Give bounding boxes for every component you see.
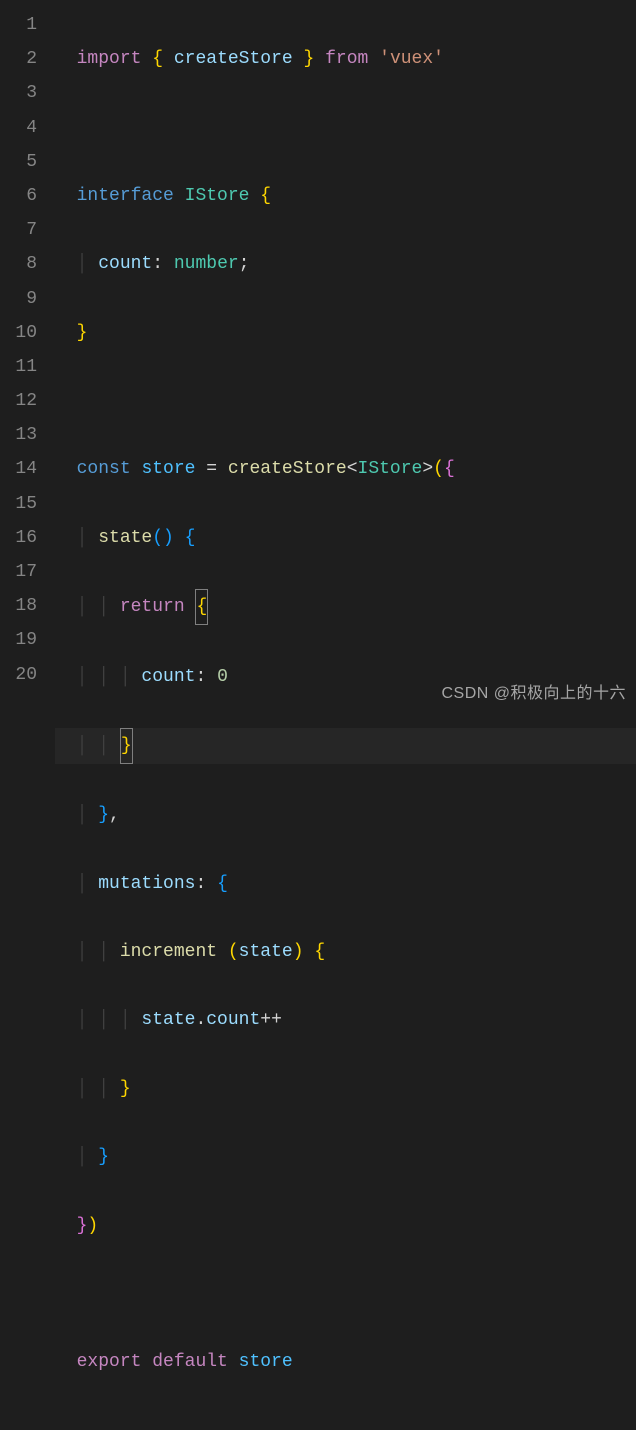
line-number: 11 bbox=[0, 350, 37, 384]
paren-close: ) bbox=[163, 528, 174, 548]
code-line[interactable]: │ │ } bbox=[55, 1072, 636, 1106]
watermark-text: CSDN @积极向上的十六 bbox=[441, 679, 626, 709]
brace-close: } bbox=[77, 323, 88, 343]
bracket-match-icon: { bbox=[195, 589, 208, 625]
brace-open: { bbox=[217, 874, 228, 894]
comma: , bbox=[109, 805, 120, 825]
line-number: 13 bbox=[0, 418, 37, 452]
line-number: 19 bbox=[0, 623, 37, 657]
keyword-default: default bbox=[152, 1352, 228, 1372]
colon: : bbox=[152, 254, 163, 274]
variable-name: store bbox=[141, 459, 195, 479]
code-line[interactable]: │ │ │ state.count++ bbox=[55, 1003, 636, 1037]
keyword-export: export bbox=[77, 1352, 142, 1372]
line-number: 6 bbox=[0, 179, 37, 213]
brace-open: { bbox=[314, 942, 325, 962]
keyword-from: from bbox=[325, 49, 368, 69]
type-name: number bbox=[174, 254, 239, 274]
equals: = bbox=[206, 459, 217, 479]
brace-open: { bbox=[444, 459, 455, 479]
code-line[interactable]: │ │ return { bbox=[55, 589, 636, 625]
line-number: 9 bbox=[0, 282, 37, 316]
code-line[interactable]: │ mutations: { bbox=[55, 867, 636, 901]
brace-close: } bbox=[304, 49, 315, 69]
line-number: 16 bbox=[0, 521, 37, 555]
paren-open: ( bbox=[433, 459, 444, 479]
code-line[interactable]: }) bbox=[55, 1209, 636, 1243]
identifier: createStore bbox=[174, 49, 293, 69]
colon: : bbox=[195, 667, 206, 687]
code-line[interactable]: } bbox=[55, 316, 636, 350]
line-number: 1 bbox=[0, 8, 37, 42]
brace-close: } bbox=[98, 1147, 109, 1167]
keyword-interface: interface bbox=[77, 186, 174, 206]
parameter-name: state bbox=[239, 942, 293, 962]
code-line[interactable]: import { createStore } from 'vuex' bbox=[55, 42, 636, 76]
keyword-return: return bbox=[120, 597, 185, 617]
property-name: mutations bbox=[98, 874, 195, 894]
code-line[interactable] bbox=[55, 111, 636, 145]
brace-open: { bbox=[260, 186, 271, 206]
angle-open: < bbox=[347, 459, 358, 479]
code-line[interactable]: export default store bbox=[55, 1345, 636, 1379]
string-literal: 'vuex' bbox=[379, 49, 444, 69]
brace-open: { bbox=[185, 528, 196, 548]
property-name: count bbox=[98, 254, 152, 274]
code-editor: 1 2 3 4 5 6 7 8 9 10 11 12 13 14 15 16 1… bbox=[0, 0, 636, 715]
brace-close: } bbox=[98, 805, 109, 825]
line-number: 4 bbox=[0, 111, 37, 145]
semicolon: ; bbox=[239, 254, 250, 274]
type-name: IStore bbox=[185, 186, 250, 206]
type-reference: IStore bbox=[358, 459, 423, 479]
paren-open: ( bbox=[152, 528, 163, 548]
paren-close: ) bbox=[87, 1216, 98, 1236]
increment-op: ++ bbox=[260, 1010, 282, 1030]
line-number: 17 bbox=[0, 555, 37, 589]
code-line-current[interactable]: │ │ } bbox=[55, 728, 636, 764]
angle-close: > bbox=[422, 459, 433, 479]
code-line[interactable] bbox=[55, 1277, 636, 1311]
number-literal: 0 bbox=[217, 667, 228, 687]
colon: : bbox=[195, 874, 206, 894]
bracket-match-icon: } bbox=[120, 728, 133, 764]
brace-close: } bbox=[120, 1079, 131, 1099]
code-line[interactable] bbox=[55, 384, 636, 418]
line-number: 10 bbox=[0, 316, 37, 350]
line-number: 3 bbox=[0, 76, 37, 110]
paren-close: ) bbox=[293, 942, 304, 962]
line-number: 7 bbox=[0, 213, 37, 247]
code-area[interactable]: import { createStore } from 'vuex' inter… bbox=[55, 8, 636, 715]
keyword-import: import bbox=[77, 49, 142, 69]
line-number: 20 bbox=[0, 658, 37, 692]
code-line[interactable]: │ count: number; bbox=[55, 247, 636, 281]
code-line[interactable]: const store = createStore<IStore>({ bbox=[55, 452, 636, 486]
code-line[interactable]: │ │ increment (state) { bbox=[55, 935, 636, 969]
variable-name: store bbox=[239, 1352, 293, 1372]
method-name: increment bbox=[120, 942, 217, 962]
brace-open: { bbox=[152, 49, 163, 69]
line-number-gutter: 1 2 3 4 5 6 7 8 9 10 11 12 13 14 15 16 1… bbox=[0, 8, 55, 715]
method-name: state bbox=[98, 528, 152, 548]
line-number: 18 bbox=[0, 589, 37, 623]
variable-name: state bbox=[141, 1010, 195, 1030]
line-number: 5 bbox=[0, 145, 37, 179]
dot: . bbox=[195, 1010, 206, 1030]
brace-open: { bbox=[196, 597, 207, 617]
line-number: 15 bbox=[0, 487, 37, 521]
keyword-const: const bbox=[77, 459, 131, 479]
line-number: 8 bbox=[0, 247, 37, 281]
code-line[interactable]: │ } bbox=[55, 1140, 636, 1174]
function-call: createStore bbox=[228, 459, 347, 479]
line-number: 2 bbox=[0, 42, 37, 76]
line-number: 12 bbox=[0, 384, 37, 418]
paren-open: ( bbox=[228, 942, 239, 962]
property-name: count bbox=[141, 667, 195, 687]
property-name: count bbox=[206, 1010, 260, 1030]
brace-close: } bbox=[77, 1216, 88, 1236]
line-number: 14 bbox=[0, 452, 37, 486]
code-line[interactable]: │ state() { bbox=[55, 521, 636, 555]
code-line[interactable]: │ }, bbox=[55, 798, 636, 832]
brace-close: } bbox=[121, 736, 132, 756]
code-line[interactable]: interface IStore { bbox=[55, 179, 636, 213]
